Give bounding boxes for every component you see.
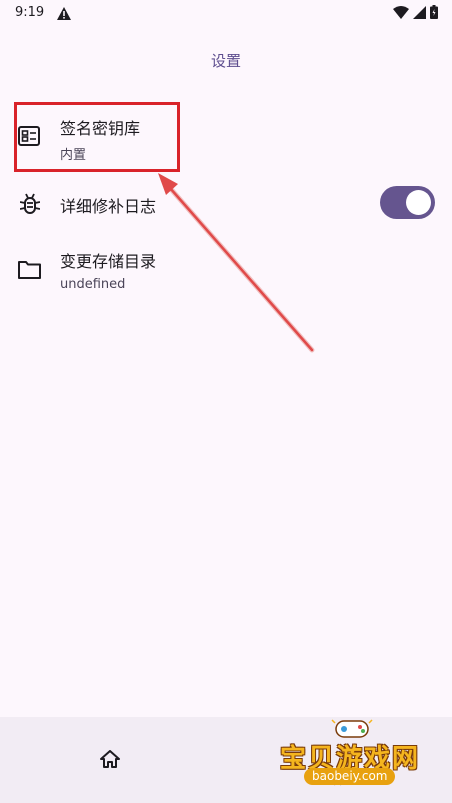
watermark-url: baobeiy.com	[304, 768, 396, 785]
annotation-arrow	[158, 173, 315, 353]
watermark: 宝贝游戏网 baobeiy.com	[272, 718, 440, 798]
home-icon[interactable]	[100, 750, 120, 772]
